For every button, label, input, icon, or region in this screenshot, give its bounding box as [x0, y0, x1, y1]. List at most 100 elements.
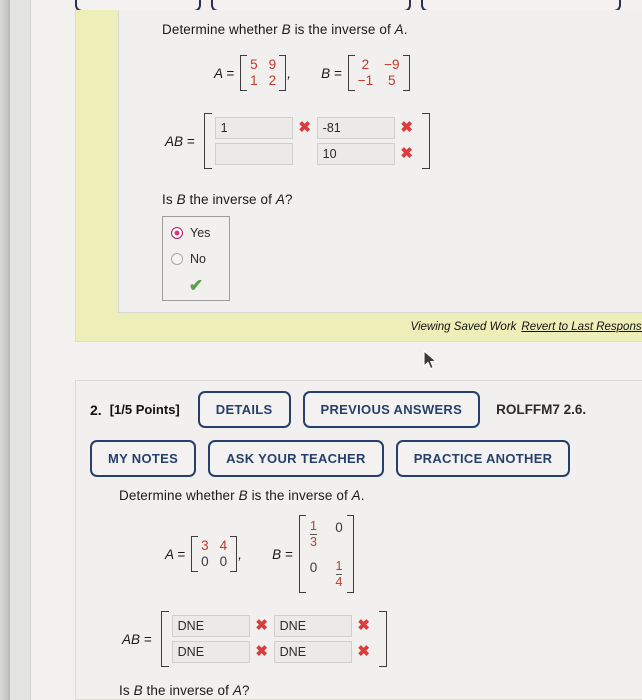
q2-product-cell-r1c1: DNE ✖ — [273, 641, 376, 663]
q1-product-cell-r1c1: 10 ✖ — [316, 143, 419, 165]
page-left-margin — [10, 0, 31, 700]
correct-icon: ✔ — [188, 276, 204, 295]
question-1-prompt: Determine whether B is the inverse of A. — [162, 22, 642, 37]
q1-product-cell-r1c0 — [214, 143, 317, 165]
question-1-given-matrices: A = 5 9 1 2 , B = 2 −9 −1 5 — [214, 55, 642, 91]
q2-sub-var-b: B — [133, 683, 143, 698]
q2-a-r1c0: 0 — [201, 554, 209, 569]
q2-b-r0c0: 1 3 — [309, 520, 319, 548]
q2-b-r1c0: 0 — [309, 560, 318, 575]
q2-b-r0c0-den: 3 — [309, 533, 317, 549]
q2-a-r1c1: 0 — [219, 554, 228, 569]
q2-product-label: AB = — [122, 631, 152, 647]
fraction-one-third: 1 3 — [309, 519, 317, 549]
screen-background: Determine whether B is the inverse of A.… — [0, 0, 642, 700]
q2-product-bracket: DNE ✖ DNE ✖ DNE ✖ DNE ✖ — [160, 611, 387, 667]
q1-prompt-end: . — [403, 22, 408, 37]
ask-your-teacher-button[interactable]: ASK YOUR TEACHER — [208, 440, 384, 477]
q2-input-r0c1[interactable]: DNE — [273, 615, 352, 637]
question-2-given-matrices: A = 3 4 0 0 , B = 1 3 0 0 1 4 — [165, 515, 642, 593]
question-2-content: Determine whether B is the inverse of A.… — [75, 482, 642, 700]
q1-matrix-a-label: A = — [214, 65, 235, 81]
q1-product-cell-r0c1: -81 ✖ — [316, 117, 419, 139]
q2-b-r1c1: 1 4 — [334, 560, 344, 588]
q1-sub-pre: Is — [162, 192, 177, 207]
q2-matrix-a-label: A = — [165, 546, 186, 562]
radio-option-yes[interactable]: Yes — [171, 226, 221, 240]
q1-input-r0c1[interactable]: -81 — [316, 117, 395, 139]
page-content: Determine whether B is the inverse of A.… — [31, 0, 642, 700]
q2-b-r1c1-den: 4 — [335, 573, 343, 589]
q1-sub-mid: the inverse of — [185, 192, 276, 207]
q2-a-r0c1: 4 — [219, 538, 228, 553]
incorrect-icon: ✖ — [400, 145, 413, 162]
q2-matrix-a: 3 4 0 0 — [191, 536, 238, 572]
q1-a-r1c0: 1 — [250, 73, 258, 88]
previous-answers-button[interactable]: PREVIOUS ANSWERS — [302, 391, 481, 428]
q1-b-r0c0: 2 — [361, 57, 370, 72]
revert-to-last-response-link[interactable]: Revert to Last Response — [521, 321, 642, 333]
question-1-radio-group: Yes No ✔ — [162, 216, 230, 301]
q1-prompt-var-a: A — [394, 22, 404, 37]
q2-matrix-b: 1 3 0 0 1 4 — [298, 515, 354, 593]
q2-prompt-mid: is the inverse of — [247, 488, 352, 503]
practice-another-button[interactable]: PRACTICE ANOTHER — [395, 440, 571, 477]
question-1-subquestion: Is B the inverse of A? — [162, 192, 642, 207]
incorrect-icon: ✖ — [357, 643, 370, 660]
q1-input-r0c0[interactable]: 1 — [214, 117, 293, 139]
q2-b-r0c1: 0 — [335, 520, 343, 535]
radio-button-yes-icon[interactable] — [171, 227, 183, 239]
q2-input-r0c0[interactable]: DNE — [171, 615, 250, 637]
window-left-edge — [0, 0, 10, 700]
q2-prompt-end: . — [360, 488, 365, 503]
q1-prompt-var-b: B — [281, 22, 291, 37]
question-1-product-matrix: AB = 1 ✖ -81 ✖ 10 ✖ — [165, 113, 642, 169]
q1-input-r1c1[interactable]: 10 — [316, 143, 395, 165]
q2-sub-mid: the inverse of — [142, 683, 233, 698]
clipped-top-button-row — [75, 0, 635, 12]
question-2-product-matrix: AB = DNE ✖ DNE ✖ DNE ✖ DNE ✖ — [122, 611, 642, 667]
question-points: [1/5 Points] — [109, 402, 180, 417]
q2-product-cell-r0c0: DNE ✖ — [171, 615, 274, 637]
q2-sub-var-a: A — [232, 683, 242, 698]
q1-input-r1c0[interactable] — [214, 143, 293, 165]
q1-matrix-b-label: B = — [321, 65, 342, 81]
q2-b-r0c0-num: 1 — [309, 519, 317, 533]
q1-sub-var-a: A — [275, 192, 285, 207]
q1-comma: , — [287, 65, 292, 81]
q1-b-r1c0: −1 — [357, 73, 374, 88]
q2-product-cell-r1c0: DNE ✖ — [171, 641, 274, 663]
q2-input-r1c0[interactable]: DNE — [171, 641, 250, 663]
details-button[interactable]: DETAILS — [197, 391, 291, 428]
incorrect-icon: ✖ — [255, 617, 268, 634]
fraction-one-fourth: 1 4 — [335, 559, 343, 589]
q1-matrix-a: 5 9 1 2 — [240, 55, 287, 91]
q1-a-r1c1: 2 — [268, 73, 277, 88]
question-1-panel: Determine whether B is the inverse of A.… — [75, 10, 642, 342]
question-1-content: Determine whether B is the inverse of A.… — [118, 10, 642, 313]
q1-prompt-mid: is the inverse of — [290, 22, 395, 37]
textbook-reference-code: ROLFFM7 2.6. — [496, 402, 587, 417]
question-2-header-row-1: 2. [1/5 Points] DETAILS PREVIOUS ANSWERS… — [90, 391, 642, 428]
radio-option-no[interactable]: No — [171, 252, 221, 266]
q1-product-cell-r0c0: 1 ✖ — [214, 117, 317, 139]
q1-b-r0c1: −9 — [384, 57, 400, 72]
question-2-header: 2. [1/5 Points] DETAILS PREVIOUS ANSWERS… — [75, 380, 642, 491]
radio-label-yes: Yes — [190, 226, 211, 240]
q2-prompt-pre: Determine whether — [119, 488, 239, 503]
question-number: 2. — [90, 401, 102, 418]
question-2-prompt: Determine whether B is the inverse of A. — [119, 488, 642, 503]
q1-prompt-pre: Determine whether — [162, 22, 282, 37]
question-2-header-row-2: MY NOTES ASK YOUR TEACHER PRACTICE ANOTH… — [90, 440, 642, 477]
saved-work-bar: Viewing Saved Work Revert to Last Respon… — [76, 313, 642, 341]
my-notes-button[interactable]: MY NOTES — [90, 440, 197, 477]
q1-a-r0c0: 5 — [250, 57, 258, 72]
viewing-saved-work-label: Viewing Saved Work — [410, 321, 517, 333]
incorrect-icon: ✖ — [298, 119, 311, 136]
q2-matrix-b-label: B = — [272, 546, 293, 562]
radio-button-no-icon[interactable] — [171, 253, 183, 265]
q2-b-r1c1-num: 1 — [335, 559, 343, 573]
q2-sub-end: ? — [241, 683, 250, 698]
q2-prompt-var-a: A — [351, 488, 361, 503]
q2-input-r1c1[interactable]: DNE — [273, 641, 352, 663]
